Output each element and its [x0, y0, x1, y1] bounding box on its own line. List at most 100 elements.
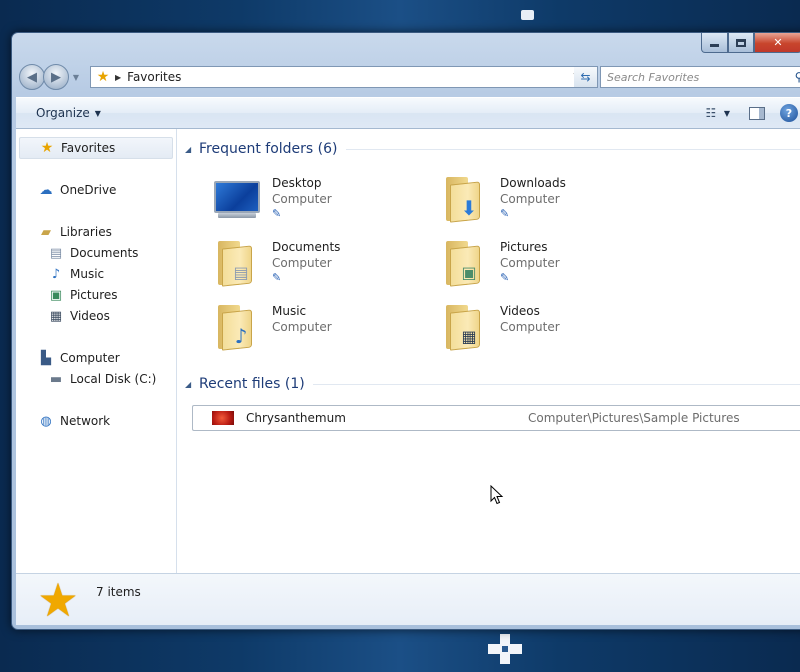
sidebar-item-label: Music — [70, 267, 105, 281]
recent-files-header[interactable]: ◢ Recent files (1) — [185, 374, 800, 394]
back-button[interactable]: ◀ — [19, 64, 45, 90]
sidebar-item-label: Computer — [60, 351, 120, 365]
close-icon: ✕ — [773, 36, 783, 49]
search-icon[interactable]: ⚲ — [789, 70, 800, 84]
frequent-folders-header[interactable]: ◢ Frequent folders (6) — [185, 139, 800, 159]
documents-icon: ▤ — [49, 245, 63, 261]
organize-button[interactable]: Organize ▼ — [36, 106, 101, 120]
folder-location: Computer — [500, 320, 560, 334]
group-divider — [312, 383, 800, 385]
libraries-folder-icon: ▰ — [41, 224, 51, 240]
search-input[interactable] — [607, 70, 789, 84]
sidebar-item-favorites[interactable]: ★ Favorites — [19, 137, 173, 159]
folder-location: Computer — [272, 256, 332, 270]
maximize-icon — [736, 38, 746, 47]
chevron-down-icon: ▼ — [94, 108, 101, 118]
pictures-folder-icon: ▣ — [440, 237, 492, 289]
view-options-dropdown[interactable]: ▼ — [724, 109, 730, 118]
folder-name: Downloads — [500, 176, 566, 190]
content-area: ★ Favorites ☁ OneDrive ▰ Libraries ▤ Doc… — [16, 129, 800, 573]
sidebar-item-pictures[interactable]: ▣ Pictures — [48, 285, 118, 305]
item-count: 7 items — [96, 584, 141, 599]
file-name: Chrysanthemum — [246, 411, 346, 425]
search-box: ⚲ — [600, 66, 800, 88]
refresh-icon: ⇆ — [580, 70, 591, 84]
folder-tile-desktop[interactable]: Desktop Computer ✎ — [212, 173, 422, 231]
forward-button[interactable]: ▶ — [43, 64, 69, 90]
pictures-icon: ▣ — [49, 287, 63, 303]
sidebar-item-videos[interactable]: ▦ Videos — [48, 306, 110, 326]
pin-icon[interactable]: ✎ — [272, 271, 340, 285]
favorites-star-icon: ★ — [40, 140, 54, 156]
help-button[interactable]: ? — [778, 103, 800, 123]
refresh-button[interactable]: ⇆ — [574, 66, 598, 88]
file-path: Computer\Pictures\Sample Pictures — [528, 411, 740, 425]
folder-tile-videos[interactable]: ▦ Videos Computer — [440, 301, 650, 359]
folder-tile-music[interactable]: ♪ Music Computer — [212, 301, 422, 359]
downloads-folder-icon: ⬇ — [440, 173, 492, 225]
back-arrow-icon: ◀ — [27, 69, 37, 85]
toolbar-right: ☷ ▼ ? — [700, 103, 800, 123]
sidebar-item-music[interactable]: ♪ Music — [48, 264, 104, 284]
sidebar-item-libraries[interactable]: ▰ Libraries — [38, 222, 112, 242]
change-view-button[interactable]: ☷ — [700, 103, 722, 123]
recent-pages-dropdown[interactable]: ▼ — [70, 73, 82, 82]
collapse-group-icon[interactable]: ◢ — [185, 145, 199, 154]
organize-label: Organize — [36, 106, 90, 120]
address-bar[interactable]: ★ ▶ Favorites ▼ — [90, 66, 586, 88]
onedrive-cloud-icon: ☁ — [39, 182, 53, 198]
videos-folder-icon: ▦ — [440, 301, 492, 353]
sidebar-item-network[interactable]: ◍ Network — [38, 411, 110, 431]
folder-tile-pictures[interactable]: ▣ Pictures Computer ✎ — [440, 237, 650, 295]
sidebar-item-label: Local Disk (C:) — [70, 372, 157, 386]
mouse-cursor-icon — [490, 485, 504, 505]
move-cursor-icon — [488, 634, 522, 664]
group-title: Frequent folders (6) — [199, 141, 338, 157]
folder-name: Music — [272, 304, 307, 318]
sidebar-item-label: Favorites — [61, 141, 116, 155]
folder-name: Pictures — [500, 240, 548, 254]
breadcrumb-favorites[interactable]: Favorites — [127, 70, 569, 84]
folder-location: Computer — [272, 192, 332, 206]
folder-name: Documents — [272, 240, 341, 254]
sidebar-item-computer[interactable]: ▙ Computer — [38, 348, 120, 368]
close-button[interactable]: ✕ — [754, 33, 800, 53]
recent-file-row[interactable]: Chrysanthemum Computer\Pictures\Sample P… — [192, 405, 800, 431]
group-divider — [345, 148, 800, 150]
navigation-row: ◀ ▶ ▼ ★ ▶ Favorites ▼ ⇆ ⚲ — [19, 63, 800, 91]
desktop-widget — [521, 10, 534, 20]
sidebar-item-label: Documents — [70, 246, 139, 260]
music-folder-icon: ♪ — [212, 301, 264, 353]
sidebar-item-label: Videos — [70, 309, 110, 323]
pin-icon[interactable]: ✎ — [500, 271, 560, 285]
minimize-icon — [710, 44, 719, 47]
sidebar-item-documents[interactable]: ▤ Documents — [48, 243, 139, 263]
minimize-button[interactable] — [701, 33, 728, 53]
caption-buttons: ✕ — [701, 33, 800, 53]
details-pane: ★ 7 items — [16, 573, 800, 625]
file-list: ◢ Frequent folders (6) Desktop Computer … — [177, 129, 800, 573]
sidebar-item-label: Pictures — [70, 288, 118, 302]
folder-tile-downloads[interactable]: ⬇ Downloads Computer ✎ — [440, 173, 650, 231]
breadcrumb-arrow-icon[interactable]: ▶ — [115, 73, 121, 82]
sidebar-item-label: Libraries — [60, 225, 112, 239]
command-bar: Organize ▼ ☷ ▼ ? — [16, 97, 800, 129]
explorer-window: ✕ ◀ ▶ ▼ ★ ▶ Favorites ▼ ⇆ ⚲ Organize ▼ ☷… — [11, 32, 800, 630]
maximize-button[interactable] — [728, 33, 754, 53]
pin-icon[interactable]: ✎ — [272, 207, 332, 221]
preview-pane-button[interactable] — [746, 103, 768, 123]
favorites-star-icon: ★ — [96, 69, 110, 85]
collapse-group-icon[interactable]: ◢ — [185, 380, 199, 389]
folder-tile-documents[interactable]: ▤ Documents Computer ✎ — [212, 237, 422, 295]
network-globe-icon: ◍ — [40, 413, 52, 429]
folder-location: Computer — [272, 320, 332, 334]
group-title: Recent files (1) — [199, 376, 305, 392]
music-note-icon: ♪ — [51, 266, 61, 282]
pin-icon[interactable]: ✎ — [500, 207, 566, 221]
image-thumbnail — [212, 411, 234, 425]
sidebar-item-local-disk[interactable]: ▬ Local Disk (C:) — [48, 369, 156, 389]
videos-film-icon: ▦ — [49, 308, 63, 324]
forward-arrow-icon: ▶ — [51, 69, 61, 85]
sidebar-item-onedrive[interactable]: ☁ OneDrive — [38, 180, 117, 200]
sidebar-item-label: OneDrive — [60, 183, 117, 197]
